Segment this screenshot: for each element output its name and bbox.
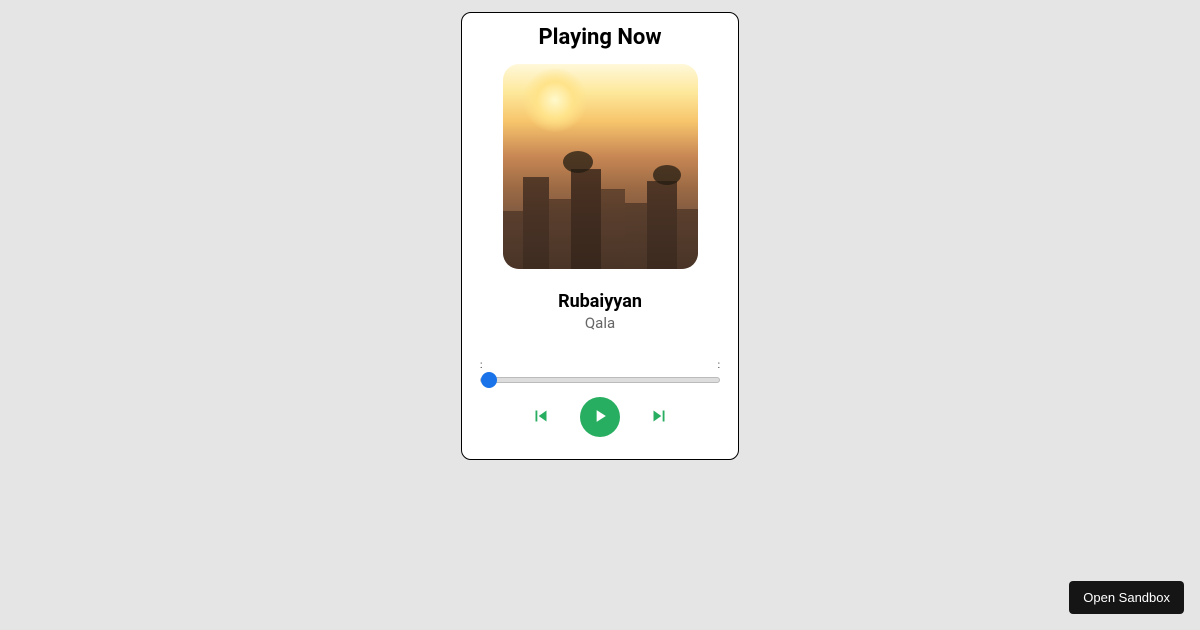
play-icon <box>590 406 610 429</box>
progress-slider[interactable] <box>480 377 720 383</box>
play-button[interactable] <box>580 397 620 437</box>
time-current: : <box>480 360 482 371</box>
playing-now-title: Playing Now <box>539 25 662 50</box>
time-total: : <box>718 360 720 371</box>
time-row: : : <box>480 360 720 371</box>
next-button[interactable] <box>648 405 670 430</box>
playback-controls <box>530 397 670 437</box>
music-player-card: Playing Now Rubaiyyan Qala : : <box>461 12 739 460</box>
track-artist: Qala <box>585 314 615 332</box>
previous-button[interactable] <box>530 405 552 430</box>
skip-next-icon <box>648 405 670 430</box>
open-sandbox-button[interactable]: Open Sandbox <box>1069 581 1184 614</box>
track-title: Rubaiyyan <box>558 291 642 312</box>
album-art <box>503 64 698 269</box>
skip-previous-icon <box>530 405 552 430</box>
